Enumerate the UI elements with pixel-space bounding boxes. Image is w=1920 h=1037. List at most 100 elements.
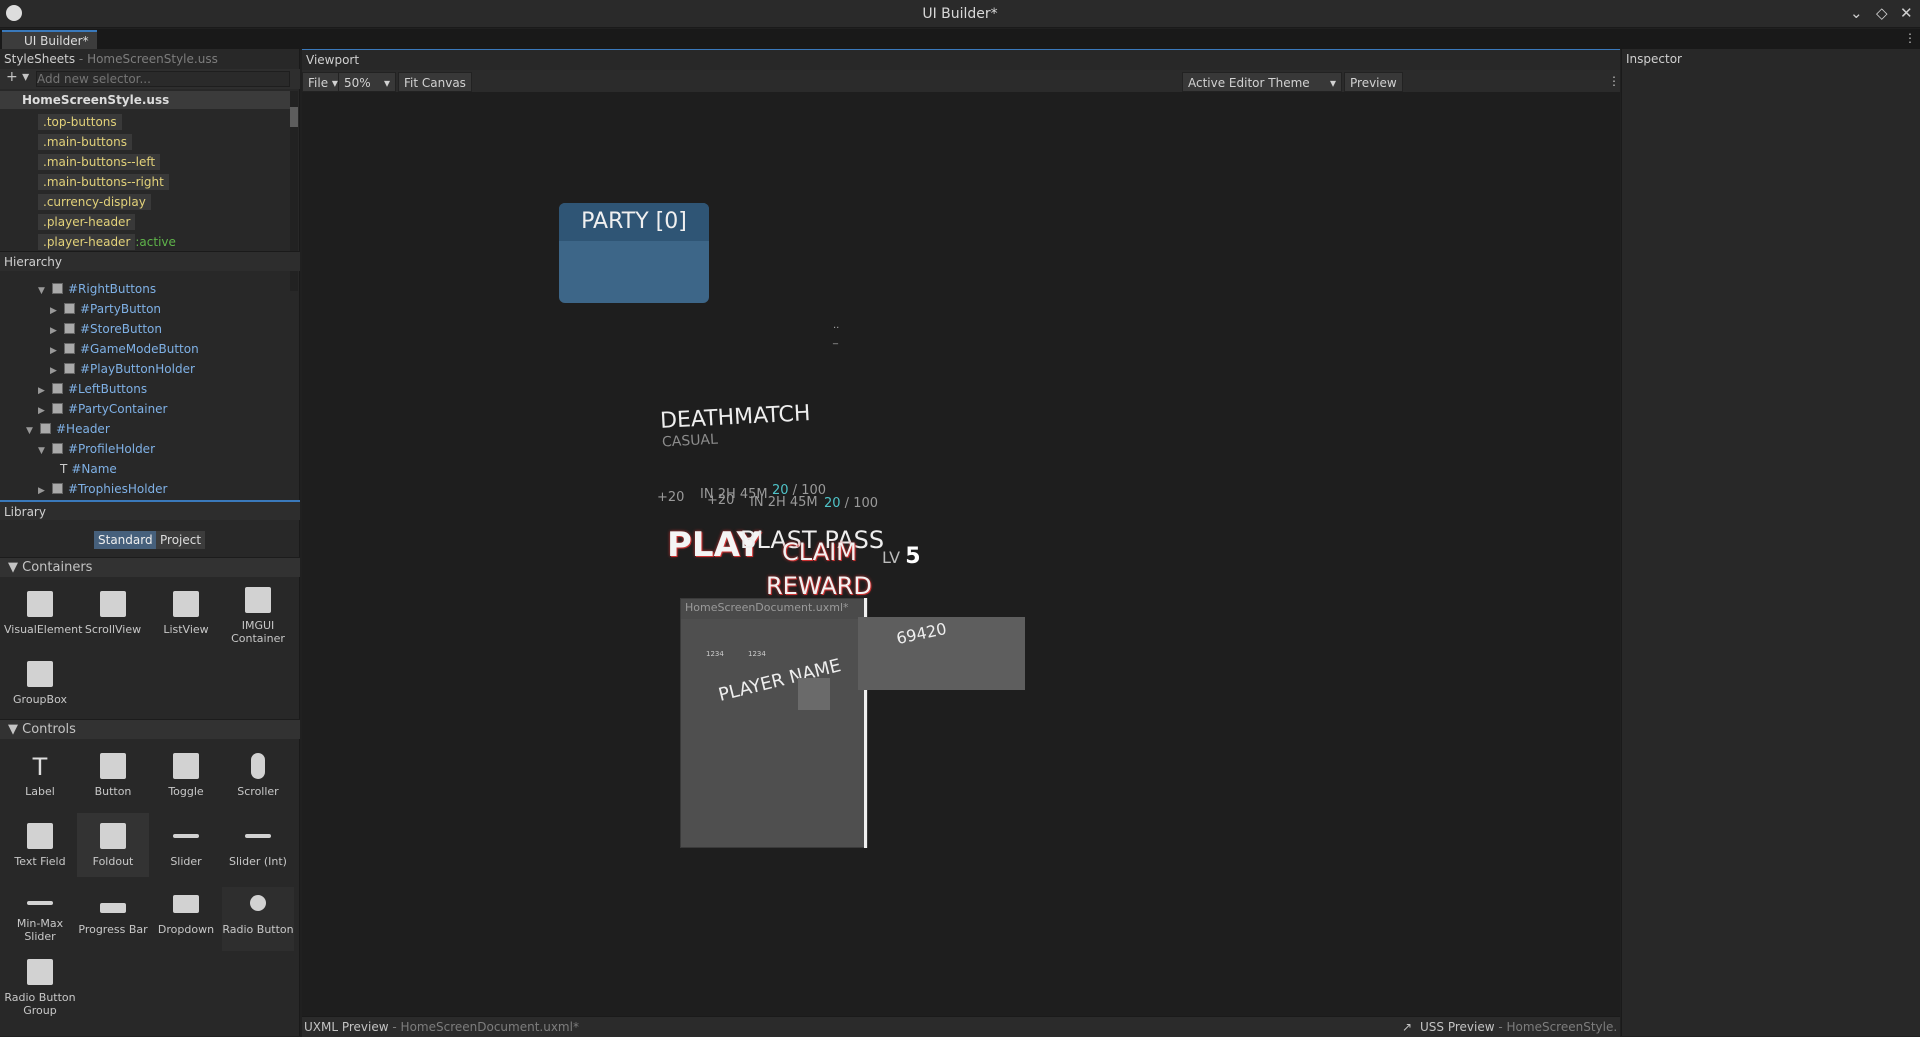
selector-item[interactable]: .main-buttons--left — [38, 154, 161, 170]
library-foldout[interactable]: Foldout — [77, 813, 149, 877]
library-tab-project[interactable]: Project — [156, 531, 206, 549]
hierarchy-item[interactable]: ▶ #PartyButton — [50, 299, 161, 319]
hierarchy-item[interactable]: ▼ #RightButtons — [38, 279, 156, 299]
button-icon — [100, 753, 126, 779]
radiogroup-icon — [27, 959, 53, 985]
more-icon[interactable]: ⋮ — [1608, 74, 1620, 88]
scrollview-icon — [100, 591, 126, 617]
theme-dropdown[interactable]: Active Editor Theme ▾ — [1182, 72, 1342, 92]
controls-section[interactable]: ▼ Controls — [0, 719, 300, 739]
slider-int-icon — [245, 834, 271, 838]
title-bar: UI Builder* ⌄ ◇ ✕ — [0, 0, 1920, 28]
deathmatch-label: DEATHMATCH — [659, 401, 812, 434]
dropdown-icon — [173, 895, 199, 913]
party-panel[interactable]: PARTY [0] — [559, 203, 709, 303]
library-radiogroup[interactable]: Radio Button Group — [4, 959, 76, 1017]
library-textfield[interactable]: Text Field — [4, 823, 76, 868]
library-groupbox[interactable]: GroupBox — [4, 661, 76, 706]
library-tab-standard[interactable]: Standard — [94, 531, 157, 549]
tab-ui-builder[interactable]: UI Builder* — [2, 30, 97, 49]
progress-label: 20 / 100 — [824, 496, 879, 511]
hierarchy-item[interactable]: ▶ #TrophiesHolder — [38, 479, 167, 499]
hierarchy-item[interactable]: T #Name — [60, 459, 117, 479]
library-radiobutton[interactable]: Radio Button — [222, 887, 294, 951]
selector-item[interactable]: .player-header — [38, 234, 136, 250]
slider-icon — [173, 834, 199, 838]
hierarchy-item[interactable]: ▼ #Header — [26, 419, 110, 439]
stylesheets-header: StyleSheets - HomeScreenStyle.uss — [0, 49, 299, 69]
library-imgui[interactable]: IMGUI Container — [222, 587, 294, 645]
library-slider-int[interactable]: Slider (Int) — [222, 823, 294, 868]
library-header: Library — [0, 500, 300, 520]
add-selector-input[interactable] — [36, 71, 290, 87]
label-icon: T — [32, 753, 48, 781]
preview-button[interactable]: Preview — [1344, 72, 1403, 92]
external-link-icon[interactable]: ↗ — [1402, 1017, 1412, 1037]
selector-item[interactable]: .main-buttons — [38, 134, 132, 150]
hierarchy-item[interactable]: ▶ #GameModeButton — [50, 339, 199, 359]
maximize-icon[interactable]: ◇ — [1876, 4, 1888, 22]
fit-canvas-button[interactable]: Fit Canvas — [398, 72, 472, 92]
library-button[interactable]: Button — [77, 753, 149, 798]
library-dropdown[interactable]: Dropdown — [150, 895, 222, 936]
viewport-toolbar — [302, 70, 1620, 92]
timer-label: IN 2H 45M — [750, 495, 818, 510]
selector-item[interactable]: .currency-display — [38, 194, 151, 210]
uss-preview-label: USS Preview - HomeScreenStyle.uss — [1420, 1020, 1618, 1034]
dash-label: _ — [833, 334, 838, 345]
zoom-dropdown[interactable]: 50% ▾ — [338, 72, 396, 92]
selector-item[interactable]: .main-buttons--right — [38, 174, 169, 190]
selector-item[interactable]: .player-header — [38, 214, 136, 230]
hierarchy-header: Hierarchy — [0, 251, 300, 271]
imgui-icon — [245, 587, 271, 613]
library-scroller[interactable]: Scroller — [222, 753, 294, 798]
stylesheets-subtitle: - HomeScreenStyle.uss — [78, 52, 218, 66]
avatar — [798, 678, 830, 710]
close-icon[interactable]: ✕ — [1900, 4, 1913, 22]
add-icon[interactable]: + ▾ — [6, 69, 29, 85]
hierarchy-item[interactable]: ▶ #PlayButtonHolder — [50, 359, 195, 379]
selector-item[interactable]: .top-buttons — [38, 114, 122, 130]
document-title: HomeScreenDocument.uxml* — [685, 601, 849, 614]
stylesheets-title: StyleSheets — [4, 52, 76, 66]
selector-list: .top-buttons .main-buttons .main-buttons… — [38, 111, 288, 251]
plus20-label: +20 — [707, 493, 735, 508]
chevron-down-icon[interactable]: ⌄ — [1850, 4, 1863, 22]
hierarchy-item[interactable]: ▶ #LeftButtons — [38, 379, 147, 399]
claim-label[interactable]: CLAIM — [782, 538, 857, 566]
stylesheet-file-row[interactable]: HomeScreenStyle.uss — [0, 91, 292, 109]
add-selector-row: + ▾ — [0, 69, 300, 89]
visualelement-icon — [27, 591, 53, 617]
library-slider[interactable]: Slider — [150, 823, 222, 868]
library-scrollview[interactable]: ScrollView — [77, 591, 149, 636]
level-label: LV 5 — [882, 544, 921, 569]
uxml-preview-label: UXML Preview — [304, 1020, 389, 1034]
inspector-header: Inspector — [1622, 49, 1920, 69]
window-title: UI Builder* — [922, 6, 998, 22]
foldout-icon — [100, 823, 126, 849]
more-icon[interactable]: ⋮ — [1904, 31, 1916, 45]
hierarchy-item[interactable]: ▼ #ProfileHolder — [38, 439, 155, 459]
reward-label[interactable]: REWARD — [766, 572, 872, 600]
library-toggle[interactable]: Toggle — [150, 753, 222, 798]
library-label[interactable]: T Label — [4, 753, 76, 798]
document-frame[interactable]: HomeScreenDocument.uxml* — [680, 598, 868, 848]
minmax-slider-icon — [27, 901, 53, 905]
party-header: PARTY [0] — [559, 203, 709, 241]
currency-label: 1234 — [706, 650, 724, 658]
currency-label: 1234 — [748, 650, 766, 658]
library-listview[interactable]: ListView — [150, 591, 222, 636]
uxml-preview-bar: UXML Preview - HomeScreenDocument.uxml* … — [302, 1016, 1620, 1037]
inspector-panel: Inspector — [1621, 49, 1920, 1036]
containers-section[interactable]: ▼ Containers — [0, 557, 300, 577]
textfield-icon — [27, 823, 53, 849]
uxml-preview-sub: - HomeScreenDocument.uxml* — [392, 1020, 579, 1034]
viewport-panel: Viewport File ▾ 50% ▾ Fit Canvas Active … — [302, 49, 1620, 1037]
hierarchy-item[interactable]: ▶ #PartyContainer — [38, 399, 168, 419]
library-minmax-slider[interactable]: Min-Max Slider — [4, 895, 76, 943]
casual-label: CASUAL — [661, 431, 719, 451]
hierarchy-item[interactable]: ▶ #StoreButton — [50, 319, 162, 339]
radiobutton-icon — [250, 895, 266, 911]
library-visualelement[interactable]: VisualElement — [4, 591, 82, 636]
library-progressbar[interactable]: Progress Bar — [77, 895, 149, 936]
